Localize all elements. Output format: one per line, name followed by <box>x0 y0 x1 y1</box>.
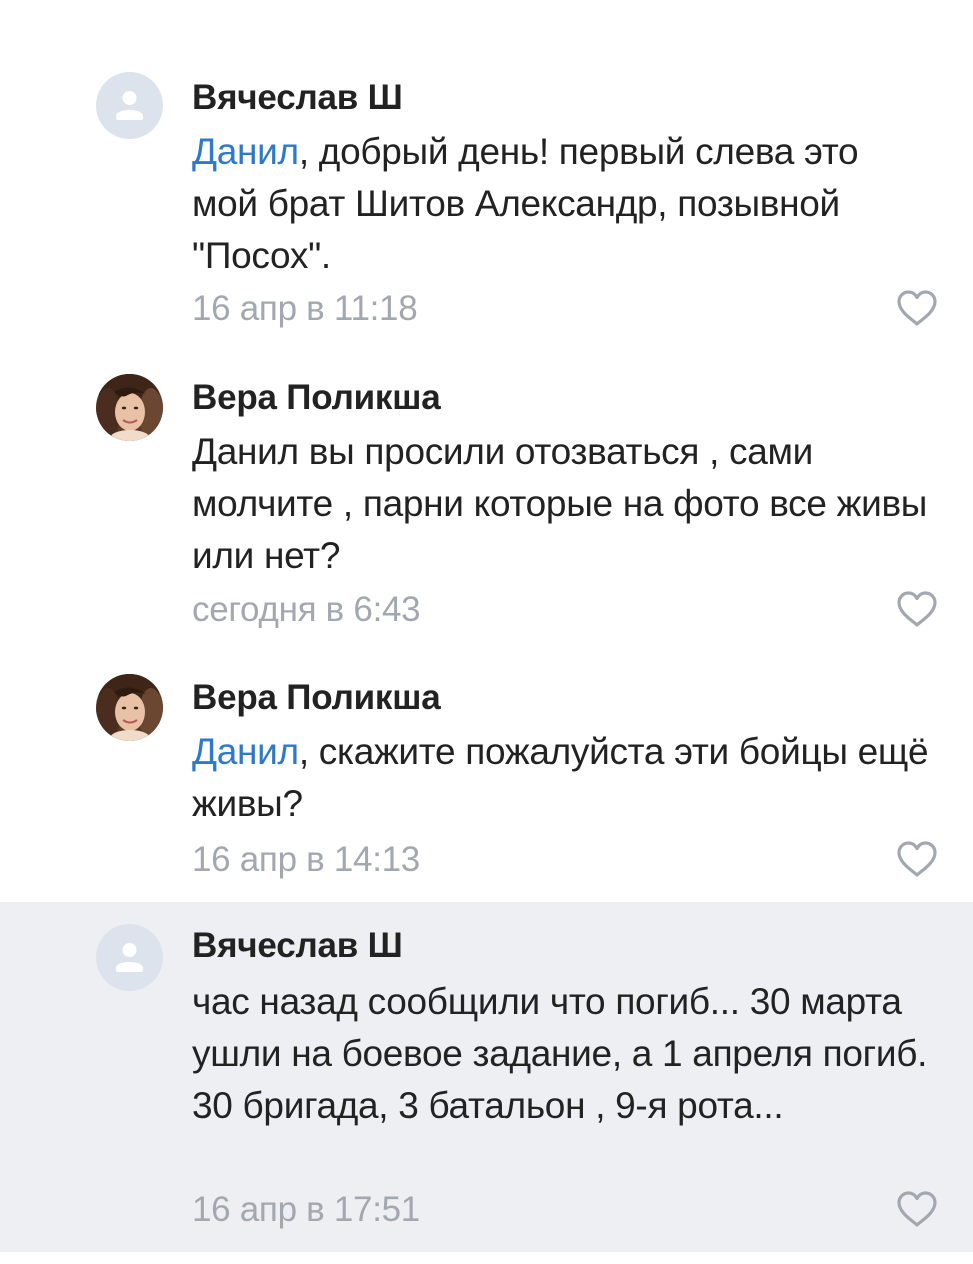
comment-timestamp: 16 апр в 11:18 <box>192 289 418 328</box>
heart-outline-icon[interactable] <box>895 1189 939 1229</box>
user-icon <box>116 943 143 972</box>
comment-author[interactable]: Вера Поликша <box>192 678 441 718</box>
comment-author[interactable]: Вера Поликша <box>192 378 441 418</box>
heart-outline-icon[interactable] <box>895 589 939 629</box>
comment-timestamp: сегодня в 6:43 <box>192 590 421 629</box>
comment-text: Данил, добрый день! первый слева это мой… <box>192 126 932 282</box>
comment-author[interactable]: Вячеслав Ш <box>192 926 403 966</box>
heart-outline-icon[interactable] <box>895 839 939 879</box>
avatar-placeholder[interactable] <box>96 924 163 991</box>
comment-3: Вера Поликша Данил, скажите пожалуйста э… <box>0 640 973 902</box>
user-photo <box>96 374 163 441</box>
comment-author[interactable]: Вячеслав Ш <box>192 78 403 118</box>
avatar-photo[interactable] <box>96 674 163 741</box>
comment-timestamp: 16 апр в 14:13 <box>192 840 420 879</box>
comment-4-highlighted: Вячеслав Ш час назад сообщили что погиб.… <box>0 902 973 1252</box>
comment-text: Данил, скажите пожалуйста эти бойцы ещё … <box>192 726 932 830</box>
user-photo <box>96 674 163 741</box>
mention-link[interactable]: Данил <box>192 731 299 772</box>
avatar-photo[interactable] <box>96 374 163 441</box>
heart-outline-icon[interactable] <box>895 288 939 328</box>
comment-body: час назад сообщили что погиб... 30 марта… <box>192 981 928 1126</box>
comment-timestamp: 16 апр в 17:51 <box>192 1190 420 1229</box>
avatar-placeholder[interactable] <box>96 72 163 139</box>
comment-body: , скажите пожалуйста эти бойцы ещё живы? <box>192 731 929 824</box>
mention-link[interactable]: Данил <box>192 131 299 172</box>
comment-text: час назад сообщили что погиб... 30 марта… <box>192 976 932 1132</box>
comment-text: Данил вы просили отозваться , сами молчи… <box>192 426 932 582</box>
comment-1: Вячеслав Ш Данил, добрый день! первый сл… <box>0 0 973 340</box>
comment-2: Вера Поликша Данил вы просили отозваться… <box>0 340 973 640</box>
user-icon <box>116 91 143 120</box>
comment-body: Данил вы просили отозваться , сами молчи… <box>192 431 928 576</box>
